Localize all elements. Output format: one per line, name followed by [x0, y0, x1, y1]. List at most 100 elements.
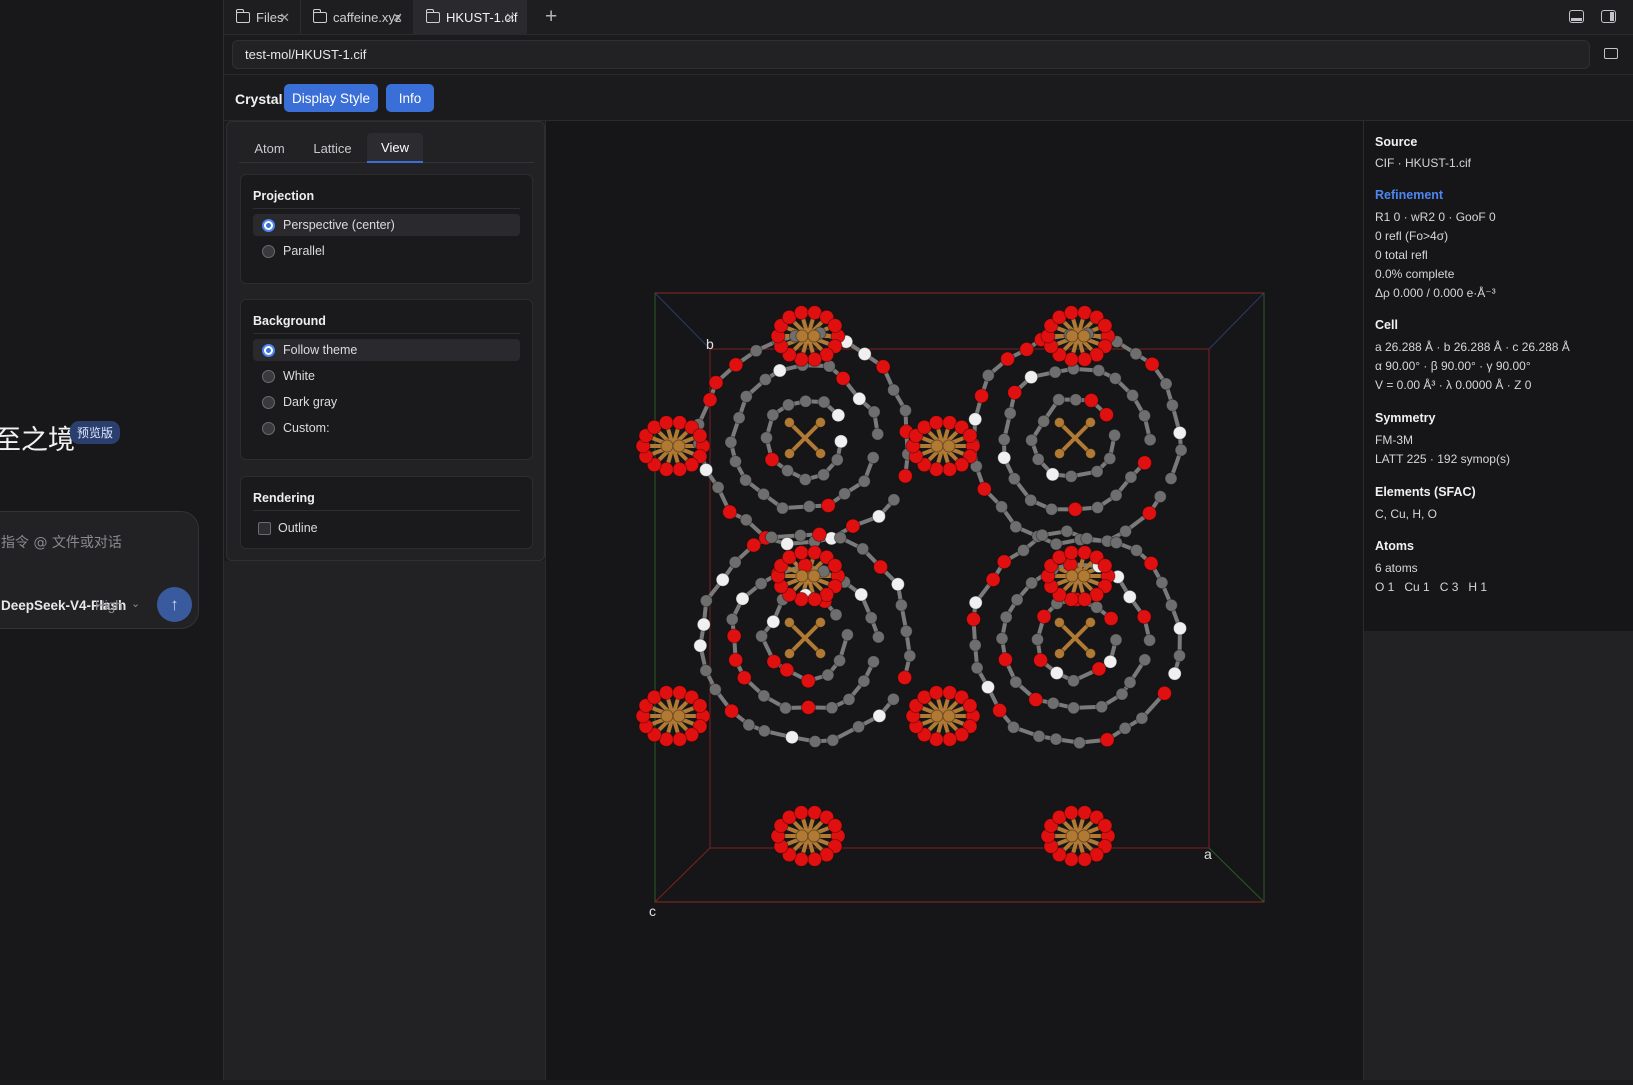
radio-icon[interactable] — [262, 370, 275, 383]
toggle-right-panel-icon[interactable] — [1601, 10, 1616, 23]
atom — [799, 474, 811, 486]
file-path-input[interactable] — [232, 40, 1590, 69]
radio-selected-icon[interactable] — [262, 219, 275, 232]
cell-line: a 26.288 Å · b 26.288 Å · c 26.288 Å — [1375, 340, 1570, 354]
folder-icon — [236, 12, 250, 23]
atom — [1168, 667, 1181, 680]
atom — [898, 469, 912, 483]
atom — [800, 395, 812, 407]
info-button[interactable]: Info — [386, 84, 434, 112]
model-level[interactable]: High — [95, 598, 123, 613]
outline-checkbox[interactable] — [258, 522, 271, 535]
atom — [736, 592, 749, 605]
background-custom-option[interactable]: Custom: — [253, 417, 520, 439]
tab-caffeine[interactable]: caffeine.xyz ✕ — [301, 0, 414, 35]
atom — [1064, 546, 1078, 560]
display-style-button[interactable]: Display Style — [284, 84, 378, 112]
refinement-title[interactable]: Refinement — [1375, 188, 1443, 202]
background-dark-gray-option[interactable]: Dark gray — [253, 391, 520, 413]
cell-line: V = 0.00 Å³ · λ 0.0000 Å · Z 0 — [1375, 378, 1531, 392]
tab-view[interactable]: View — [367, 133, 423, 163]
tab-lattice[interactable]: Lattice — [300, 133, 365, 163]
atom — [740, 474, 752, 486]
atom — [1070, 394, 1082, 406]
option-label: White — [283, 369, 315, 383]
chevron-down-icon[interactable]: ⌄ — [131, 597, 140, 610]
atom — [1008, 473, 1020, 485]
radio-selected-icon[interactable] — [262, 344, 275, 357]
atom — [1098, 819, 1112, 833]
radio-icon[interactable] — [262, 422, 275, 435]
close-icon[interactable]: ✕ — [279, 10, 290, 26]
atom — [1066, 830, 1078, 842]
radio-icon[interactable] — [262, 396, 275, 409]
atom — [812, 527, 826, 541]
atom — [1026, 577, 1038, 589]
atom — [821, 499, 835, 513]
atom — [963, 699, 977, 713]
option-label: Follow theme — [283, 343, 357, 357]
symmetry-line: LATT 225 · 192 symop(s) — [1375, 452, 1510, 466]
atom — [888, 384, 900, 396]
close-icon[interactable]: ✕ — [505, 10, 516, 26]
background-follow-theme-option[interactable]: Follow theme — [253, 339, 520, 361]
atom — [1142, 506, 1156, 520]
radio-icon[interactable] — [262, 245, 275, 258]
outline-option[interactable]: Outline — [253, 517, 520, 539]
tab-atom[interactable]: Atom — [239, 133, 300, 163]
toggle-bottom-panel-icon[interactable] — [1569, 10, 1584, 23]
atom — [709, 376, 723, 390]
atom — [1174, 622, 1187, 635]
atom — [1078, 852, 1092, 866]
atom — [1049, 366, 1061, 378]
atom — [697, 618, 710, 631]
atom — [1050, 667, 1063, 680]
background-white-option[interactable]: White — [253, 365, 520, 387]
atom — [843, 693, 855, 705]
cell-edge — [1209, 848, 1264, 902]
atom — [767, 655, 781, 669]
projection-parallel-option[interactable]: Parallel — [253, 240, 520, 262]
atom — [1173, 426, 1186, 439]
atom — [758, 690, 770, 702]
atom — [765, 453, 779, 467]
atom — [895, 599, 907, 611]
atom — [872, 631, 884, 643]
atom — [1050, 538, 1062, 550]
add-tab-icon[interactable]: + — [545, 5, 557, 29]
tab-hkust[interactable]: HKUST-1.cif ✕ — [414, 0, 527, 35]
atom — [1138, 456, 1152, 470]
chat-input-box[interactable]: 指令 @ 文件或对话 DeepSeek-V4-Flash High ⌄ ↑ — [0, 511, 199, 629]
settings-background — [224, 561, 545, 1080]
atom — [737, 671, 751, 685]
projection-perspective-option[interactable]: Perspective (center) — [253, 214, 520, 236]
atom — [1084, 393, 1098, 407]
atom — [1032, 453, 1044, 465]
tab-files[interactable]: Files ✕ — [224, 0, 301, 35]
crystal-viewport[interactable]: b a c — [545, 121, 1363, 1080]
folder-icon — [426, 12, 440, 23]
atom — [700, 463, 713, 476]
close-icon[interactable]: ✕ — [392, 10, 403, 26]
atom — [1081, 533, 1093, 545]
atom — [786, 731, 799, 744]
send-button[interactable]: ↑ — [157, 587, 192, 622]
atom — [835, 435, 848, 448]
crystal-structure-render[interactable]: b a c — [546, 121, 1364, 1080]
atom — [781, 537, 794, 550]
refinement-line: 0 total refl — [1375, 248, 1428, 262]
atom — [784, 418, 794, 428]
toolbar-title: Crystal — [235, 91, 282, 107]
atom — [873, 709, 886, 722]
atom — [1116, 688, 1128, 700]
atom — [740, 514, 752, 526]
open-folder-icon[interactable] — [1604, 48, 1618, 59]
atom — [828, 319, 842, 333]
atom — [998, 434, 1010, 446]
atom — [1109, 429, 1121, 441]
chat-input-placeholder[interactable]: 指令 @ 文件或对话 — [1, 532, 122, 552]
atom — [1086, 449, 1096, 459]
atom — [1154, 491, 1166, 503]
atom — [796, 570, 808, 582]
atom — [816, 617, 826, 627]
